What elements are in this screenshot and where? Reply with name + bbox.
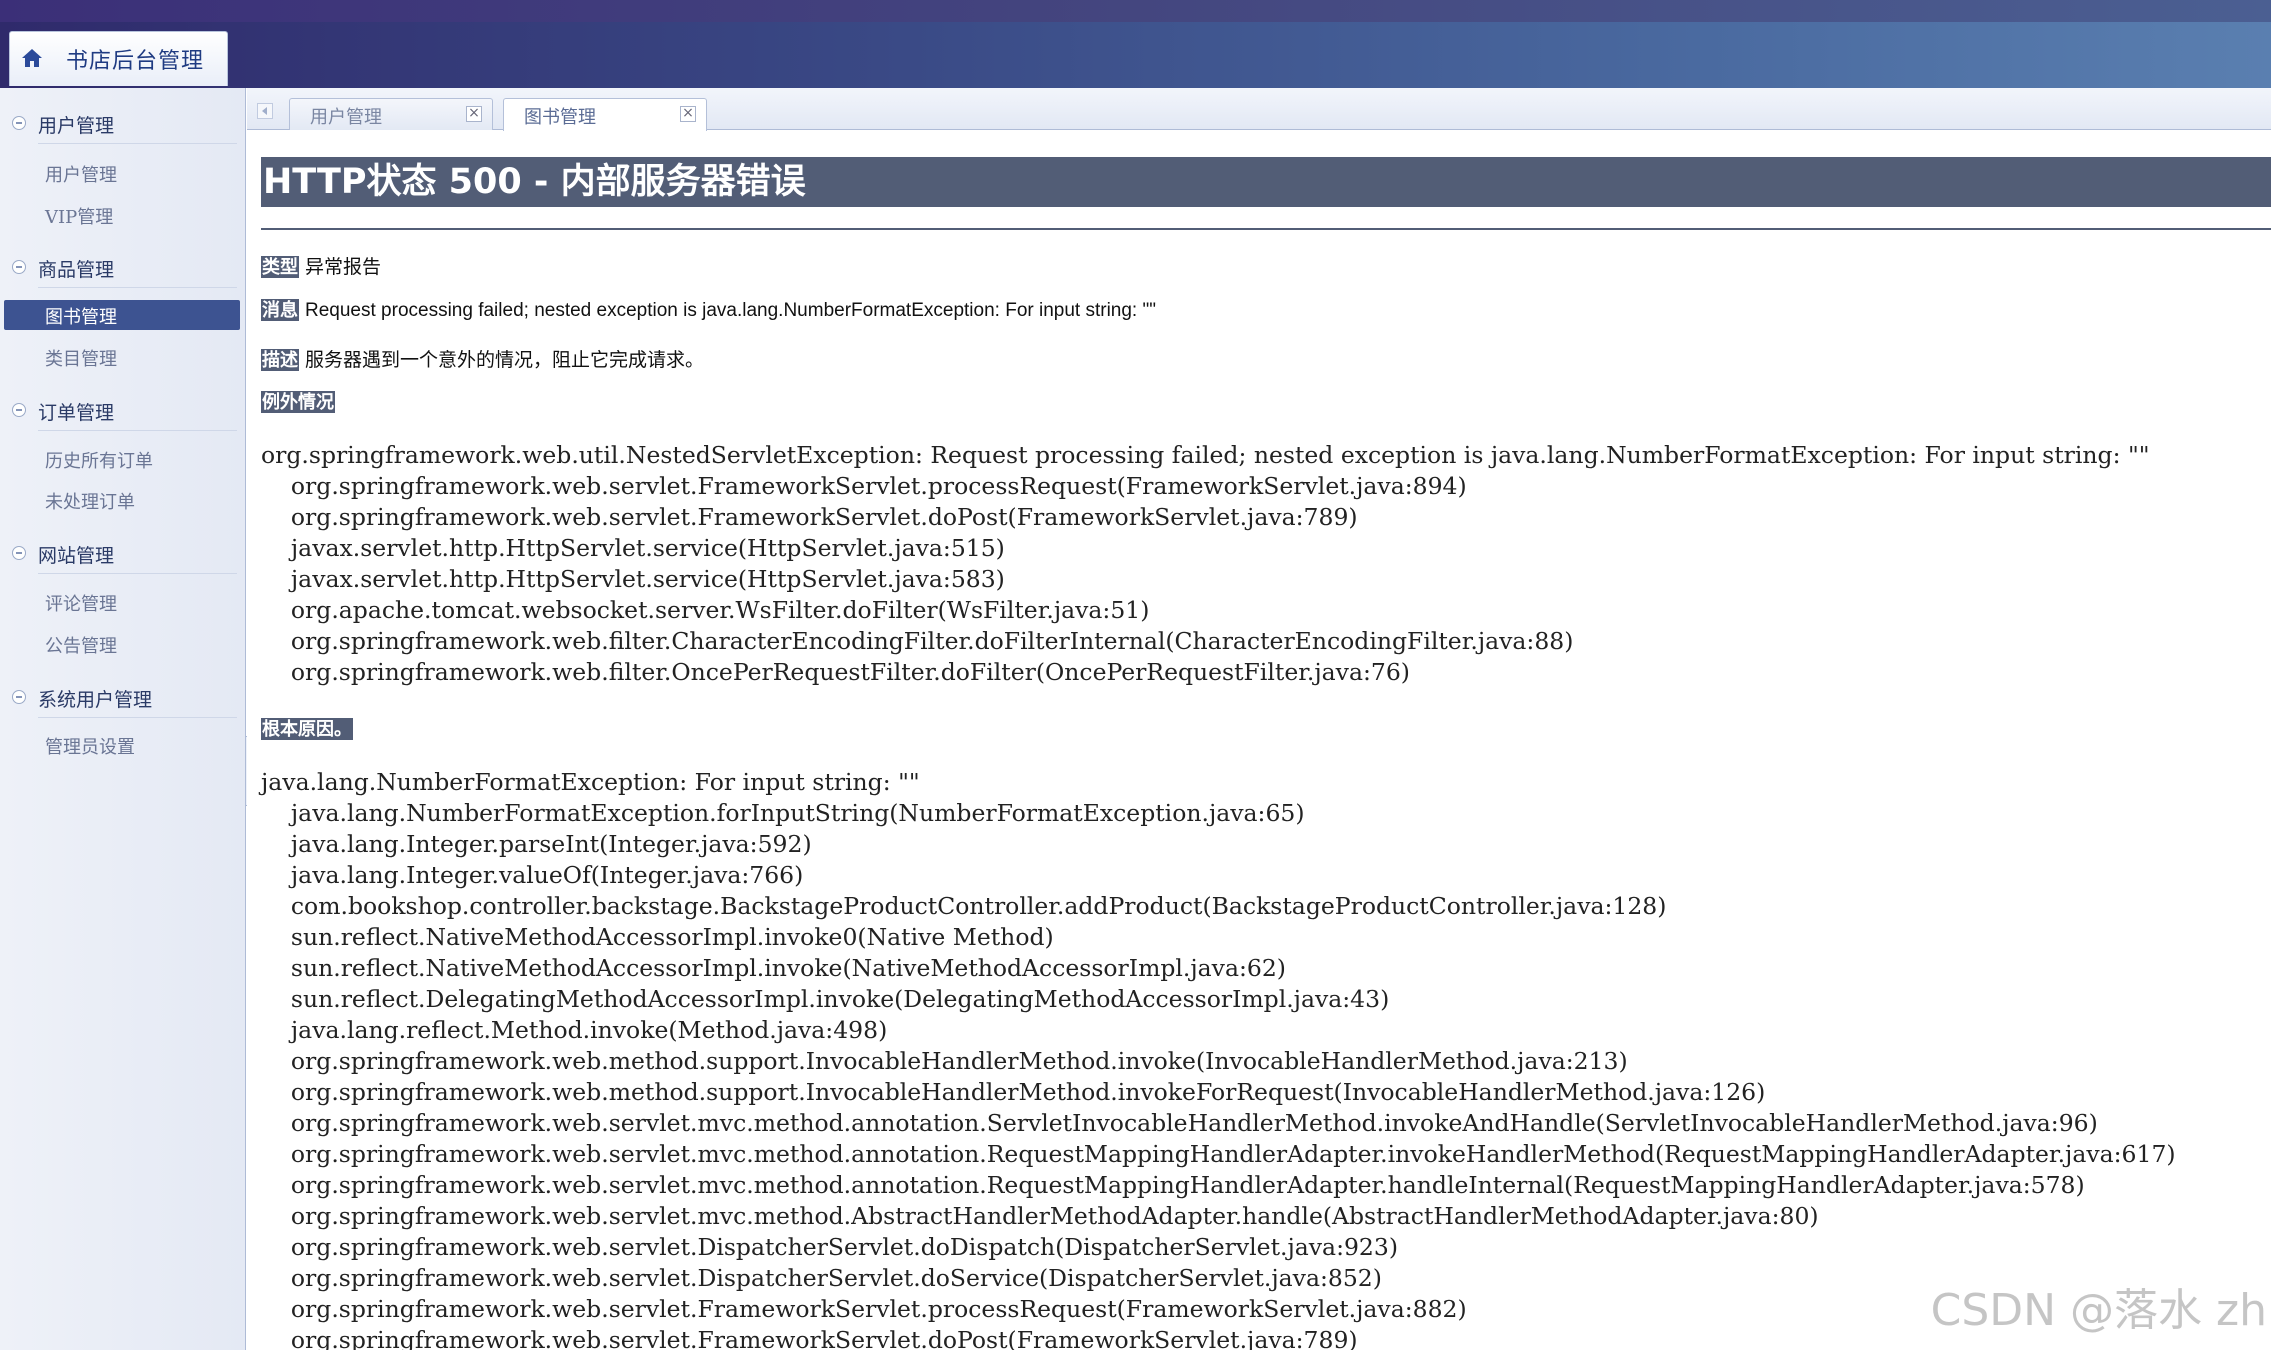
collapse-icon[interactable] [12,690,26,704]
sidebar-item-book-management[interactable]: 图书管理 [4,300,240,330]
app-title: 书店后台管理 [66,49,205,74]
sidebar-group-label: 订单管理 [38,402,115,424]
collapse-icon[interactable] [12,116,26,130]
divider [38,143,237,144]
watermark: CSDN @落水 zh [1930,1285,2267,1336]
sidebar-item-order-history[interactable]: 历史所有订单 [4,444,240,474]
sidebar-group-label: 系统用户管理 [38,689,153,711]
message-label: 消息 [261,299,299,321]
sidebar-item-label: 图书管理 [45,307,117,328]
root-cause-label: 根本原因。 [261,718,353,740]
sidebar-item-label: 类目管理 [45,349,117,370]
description-label: 描述 [261,349,299,371]
close-icon[interactable]: × [680,106,696,122]
sidebar: 用户管理 用户管理 VIP管理 商品管理 图书管理 类目管理 订单管理 历史所有… [0,88,246,1350]
tab-bar: 用户管理 × 图书管理 × [247,88,2271,131]
sidebar-item-admin-settings[interactable]: 管理员设置 [4,730,240,760]
scroll-left-icon[interactable] [257,103,273,119]
collapse-icon[interactable] [12,403,26,417]
sidebar-group-order[interactable]: 订单管理 [0,389,245,433]
collapse-icon[interactable] [12,546,26,560]
app-header: 书店后台管理 [0,0,2271,88]
sidebar-item-comment-management[interactable]: 评论管理 [4,587,240,617]
tab-user-management[interactable]: 用户管理 × [289,98,493,130]
sidebar-group-label: 网站管理 [38,545,115,567]
sidebar-item-notice-management[interactable]: 公告管理 [4,629,240,659]
sidebar-item-vip-management[interactable]: VIP管理 [4,200,240,230]
sidebar-item-label: VIP管理 [45,207,114,228]
error-type-row: 类型 异常报告 [261,252,381,279]
type-label: 类型 [261,256,299,278]
sidebar-item-label: 未处理订单 [45,492,135,513]
message-value: Request processing failed; nested except… [305,300,1156,321]
sidebar-item-label: 历史所有订单 [45,451,153,472]
exception-stack-trace: org.springframework.web.util.NestedServl… [261,441,2150,686]
close-icon[interactable]: × [466,106,482,122]
divider [38,573,237,574]
sidebar-group-label: 用户管理 [38,115,115,137]
root-cause-heading: 根本原因。 [261,718,359,741]
exception-heading: 例外情况 [261,391,341,414]
sidebar-group-product[interactable]: 商品管理 [0,246,245,290]
sidebar-item-label: 公告管理 [45,636,117,657]
error-description-row: 描述 服务器遇到一个意外的情况，阻止它完成请求。 [261,345,704,372]
sidebar-item-user-management[interactable]: 用户管理 [4,158,240,188]
sidebar-item-label: 评论管理 [45,594,117,615]
sidebar-group-system-user[interactable]: 系统用户管理 [0,676,245,720]
divider [38,717,237,718]
main-content: HTTP状态 500 - 内部服务器错误 类型 异常报告 消息 Request pr… [247,131,2271,1350]
root-cause-stack-trace: java.lang.NumberFormatException: For inp… [261,768,2176,1350]
sidebar-group-user[interactable]: 用户管理 [0,102,245,146]
sidebar-item-category-management[interactable]: 类目管理 [4,342,240,372]
sidebar-group-label: 商品管理 [38,259,115,281]
error-title: HTTP状态 500 - 内部服务器错误 [261,157,2271,207]
sidebar-item-label: 用户管理 [45,165,117,186]
collapse-icon[interactable] [12,260,26,274]
sidebar-item-pending-orders[interactable]: 未处理订单 [4,485,240,515]
home-icon [22,49,42,67]
description-value: 服务器遇到一个意外的情况，阻止它完成请求。 [305,350,705,371]
divider [38,430,237,431]
app-brand[interactable]: 书店后台管理 [9,31,228,86]
tab-label: 图书管理 [524,107,596,128]
tab-label: 用户管理 [310,107,382,128]
exception-label: 例外情况 [261,391,335,413]
divider [38,287,237,288]
divider [261,228,2271,230]
sidebar-item-label: 管理员设置 [45,737,135,758]
tab-book-management[interactable]: 图书管理 × [503,98,707,131]
error-message-row: 消息 Request processing failed; nested exce… [261,299,1156,322]
type-value: 异常报告 [305,257,382,278]
sidebar-group-site[interactable]: 网站管理 [0,532,245,576]
